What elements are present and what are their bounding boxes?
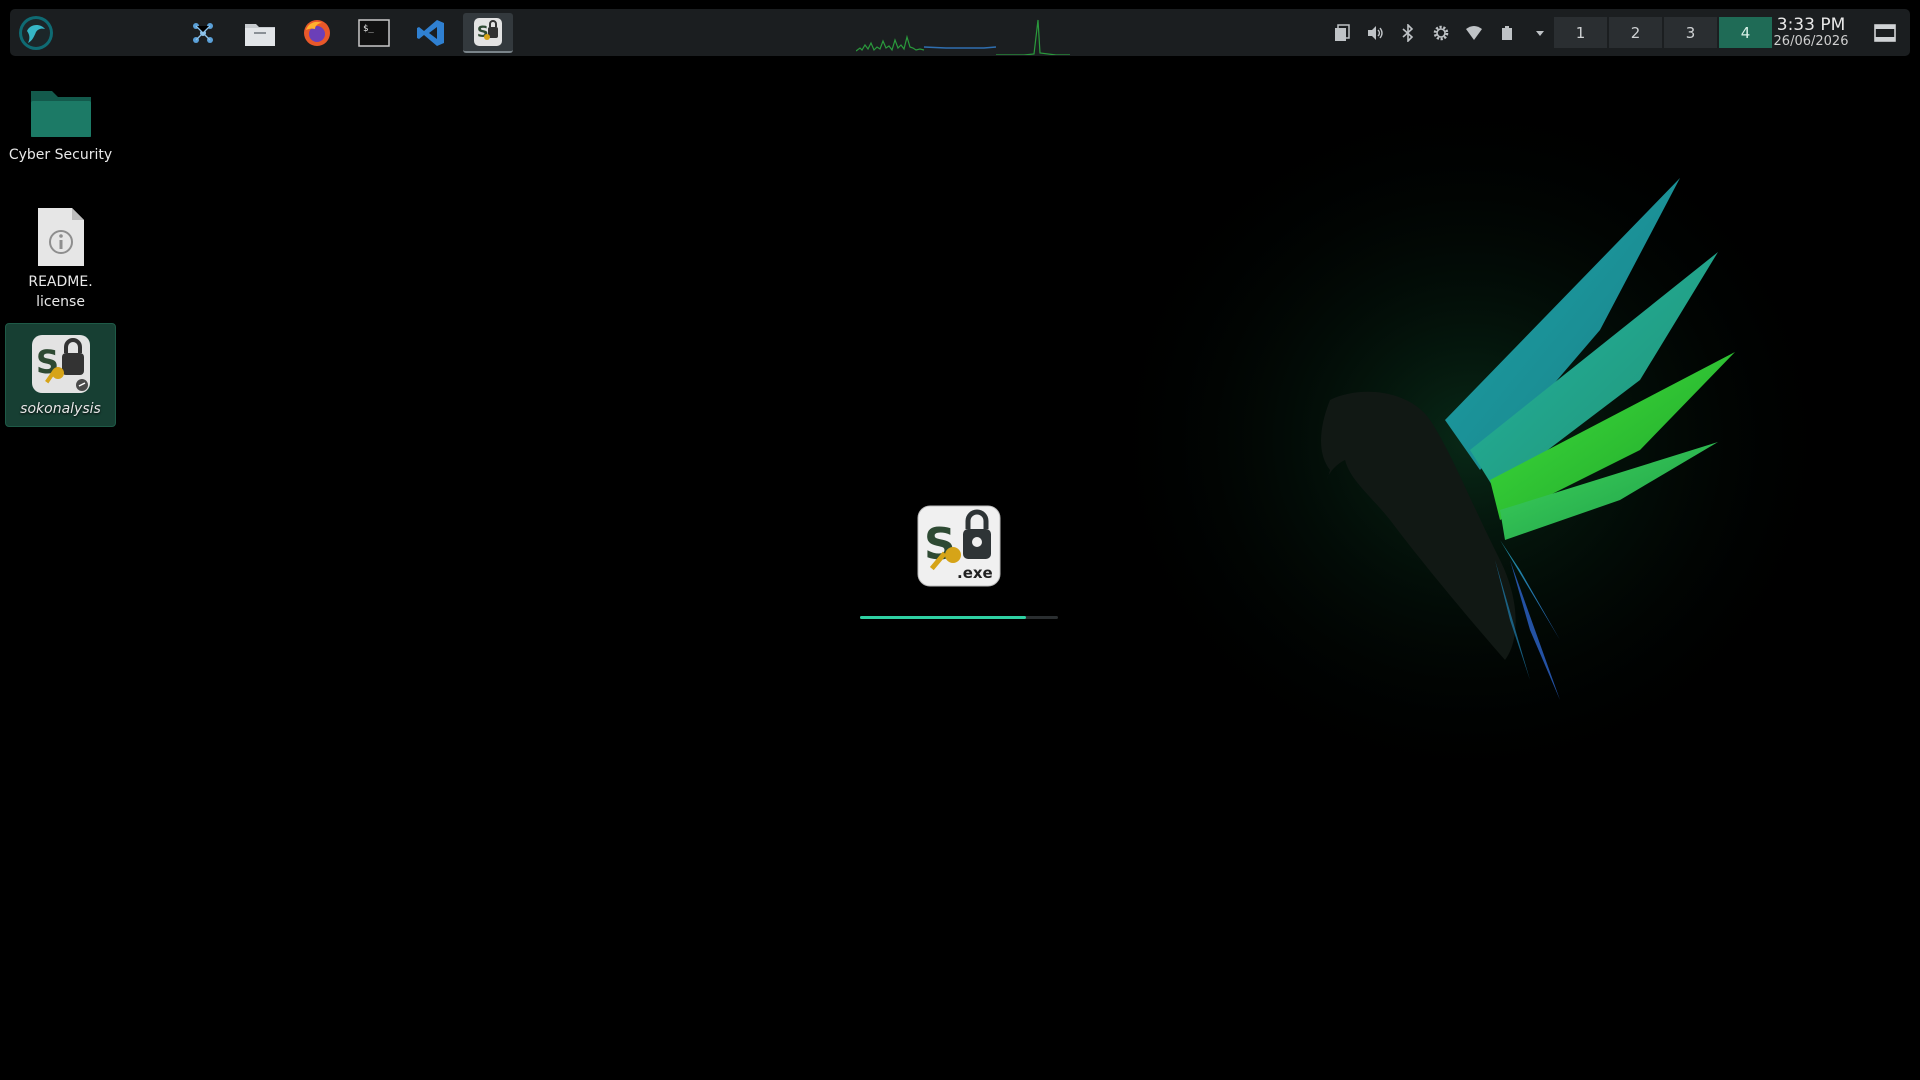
workspace-1[interactable]: 1 <box>1554 17 1607 48</box>
splash-progress-fill <box>860 616 1027 619</box>
task-terminal[interactable]: $_ <box>349 13 399 53</box>
battery-icon <box>1502 26 1512 40</box>
file-manager-icon <box>245 24 275 46</box>
window-list-icon <box>1874 24 1896 42</box>
task-network-tool[interactable] <box>178 13 228 53</box>
sokonalysis-icon: S <box>474 18 502 46</box>
splash-icon-extension: .exe <box>957 564 993 582</box>
folder-icon <box>30 91 91 137</box>
settings-icon <box>1433 25 1449 41</box>
desktop-icon-label-line2: license <box>36 294 85 310</box>
workspace-4[interactable]: 4 <box>1719 17 1772 48</box>
tray-expand-icon <box>1536 31 1544 36</box>
tray-expand[interactable] <box>1528 21 1552 45</box>
desktop-icon-readme-license[interactable]: README. license <box>5 200 116 320</box>
workspace-3[interactable]: 3 <box>1664 17 1717 48</box>
tray-bluetooth[interactable] <box>1396 21 1420 45</box>
tray-clipboard[interactable] <box>1330 21 1354 45</box>
network-tool-icon <box>193 23 213 43</box>
show-desktop-button[interactable] <box>1872 21 1898 45</box>
desktop-icon-label: sokonalysis <box>20 401 101 417</box>
wifi-icon <box>1466 26 1482 40</box>
clock[interactable]: 3:33 PM 26/06/2026 <box>1766 15 1856 51</box>
desktop-icon-sokonalysis[interactable]: S sokonalysis <box>5 323 116 427</box>
info-file-icon <box>37 208 84 266</box>
splash-app-icon: S .exe <box>917 505 1001 587</box>
task-vscode[interactable] <box>406 13 456 53</box>
clock-time: 3:33 PM <box>1776 15 1846 35</box>
tray-battery[interactable] <box>1495 21 1519 45</box>
svg-text:$_: $_ <box>363 24 374 34</box>
desktop-icon-label: Cyber Security <box>8 147 113 163</box>
terminal-icon: $_ <box>358 19 390 47</box>
task-firefox[interactable] <box>292 13 342 53</box>
volume-icon <box>1368 26 1383 40</box>
parrot-logo-icon <box>19 16 53 50</box>
firefox-icon <box>304 20 330 46</box>
tray-settings[interactable] <box>1429 21 1453 45</box>
clock-date: 26/06/2026 <box>1773 34 1849 49</box>
workspace-2[interactable]: 2 <box>1609 17 1662 48</box>
system-monitor-graph[interactable] <box>856 15 1070 55</box>
sokonalysis-icon: S <box>31 335 90 393</box>
splash-progress-bar <box>860 616 1058 619</box>
desktop-icon-cyber-security[interactable]: Cyber Security <box>5 80 116 176</box>
task-file-manager[interactable] <box>235 13 285 53</box>
task-sokonalysis[interactable]: S <box>463 13 513 53</box>
vscode-icon <box>417 20 444 46</box>
desktop-icon-label: README. <box>28 274 93 290</box>
bluetooth-icon <box>1402 24 1414 42</box>
top-panel: $_ S 1 2 3 4 3:33 PM 26/06/2026 <box>10 9 1910 56</box>
clipboard-icon <box>1335 24 1350 41</box>
app-menu-button[interactable] <box>16 13 56 53</box>
tray-wifi[interactable] <box>1462 21 1486 45</box>
tray-volume[interactable] <box>1363 21 1387 45</box>
desktop[interactable]: $_ S 1 2 3 4 3:33 PM 26/06/2026 Cyber Se… <box>0 0 1920 1080</box>
